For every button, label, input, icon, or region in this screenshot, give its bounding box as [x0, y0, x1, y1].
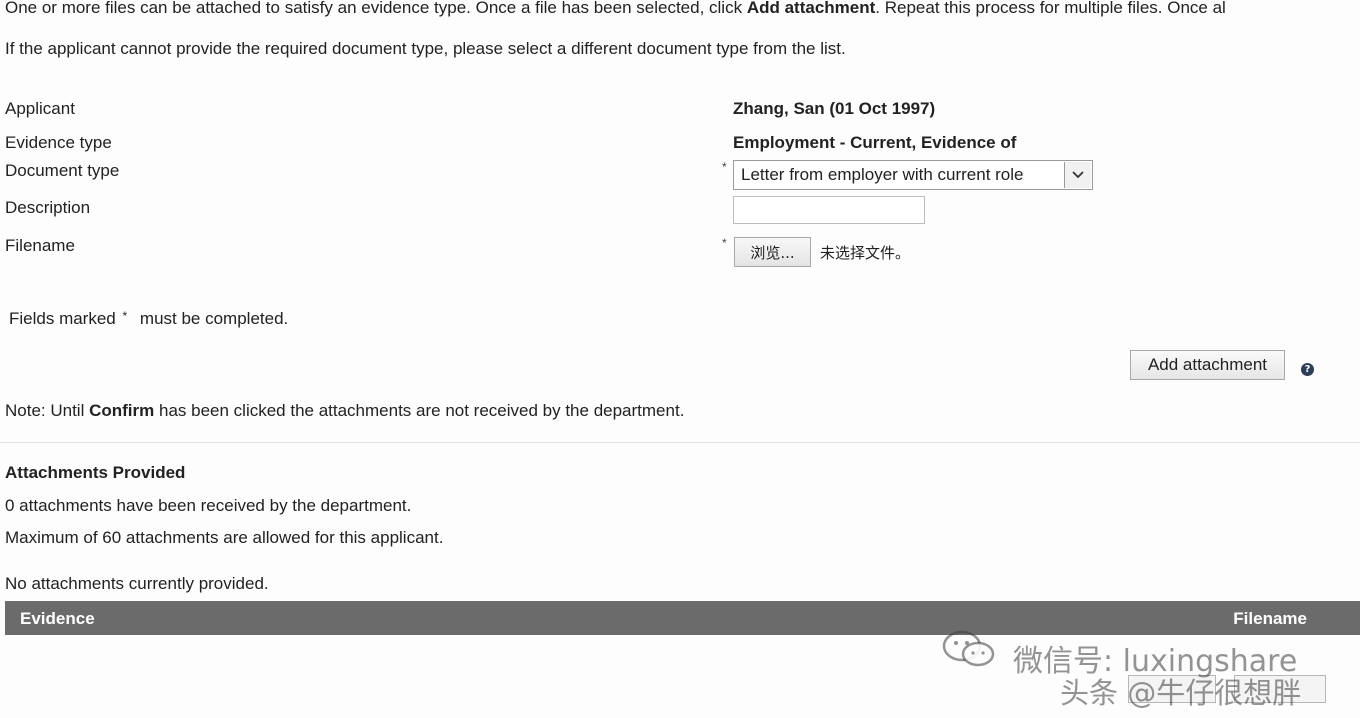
document-type-selected-value: Letter from employer with current role [741, 165, 1024, 184]
fields-marked-asterisk: * [122, 309, 128, 323]
column-header-evidence: Evidence [20, 609, 95, 628]
column-header-filename: Filename [1233, 609, 1307, 628]
confirm-note-bold: Confirm [89, 401, 155, 420]
attachments-max-text: Maximum of 60 attachments are allowed fo… [5, 528, 444, 547]
evidence-type-label: Evidence type [5, 133, 112, 152]
help-icon[interactable]: ? [1301, 363, 1314, 376]
document-type-select[interactable]: Letter from employer with current role [733, 160, 1093, 190]
document-type-required-marker: * [722, 160, 727, 174]
chevron-down-icon[interactable] [1064, 162, 1091, 188]
instruction-line-1-tail: . Repeat this process for multiple files… [875, 0, 1226, 17]
filename-required-marker: * [722, 236, 727, 250]
confirm-note-prefix: Note: Until [5, 401, 90, 420]
no-file-selected-text: 未选择文件。 [820, 244, 911, 262]
must-be-completed-text: must be completed. [139, 309, 289, 328]
applicant-label: Applicant [5, 99, 75, 118]
attachments-received-text: 0 attachments have been received by the … [5, 496, 412, 515]
attachments-table-header: Evidence Filename [5, 601, 1360, 635]
instruction-line-1-bold: Add attachment [746, 0, 876, 17]
document-type-label: Document type [5, 161, 120, 180]
fields-marked-note: Fields marked * must be completed. [9, 309, 288, 329]
add-attachment-button[interactable]: Add attachment [1130, 350, 1285, 380]
instruction-line-1-text: One or more files can be attached to sat… [5, 0, 747, 17]
confirm-note: Note: Until Confirm has been clicked the… [5, 401, 684, 421]
instruction-line-1: One or more files can be attached to sat… [5, 0, 1226, 18]
fields-marked-text: Fields marked [9, 309, 116, 328]
section-divider [0, 442, 1360, 443]
attachments-provided-heading: Attachments Provided [5, 463, 186, 482]
instruction-line-2: If the applicant cannot provide the requ… [5, 39, 846, 58]
no-attachments-text: No attachments currently provided. [5, 574, 269, 593]
description-label: Description [5, 198, 91, 217]
description-input[interactable] [733, 196, 925, 224]
confirm-note-suffix: has been clicked the attachments are not… [154, 401, 685, 420]
evidence-type-value: Employment - Current, Evidence of [733, 133, 1017, 152]
evidence-attachment-page: One or more files can be attached to sat… [0, 0, 1360, 718]
browse-button[interactable]: 浏览... [734, 237, 811, 267]
applicant-value: Zhang, San (01 Oct 1997) [733, 99, 936, 118]
watermark-toutiao: 头条 @牛仔很想胖 [1060, 676, 1302, 710]
wechat-icon [942, 630, 995, 667]
filename-label: Filename [5, 236, 75, 255]
